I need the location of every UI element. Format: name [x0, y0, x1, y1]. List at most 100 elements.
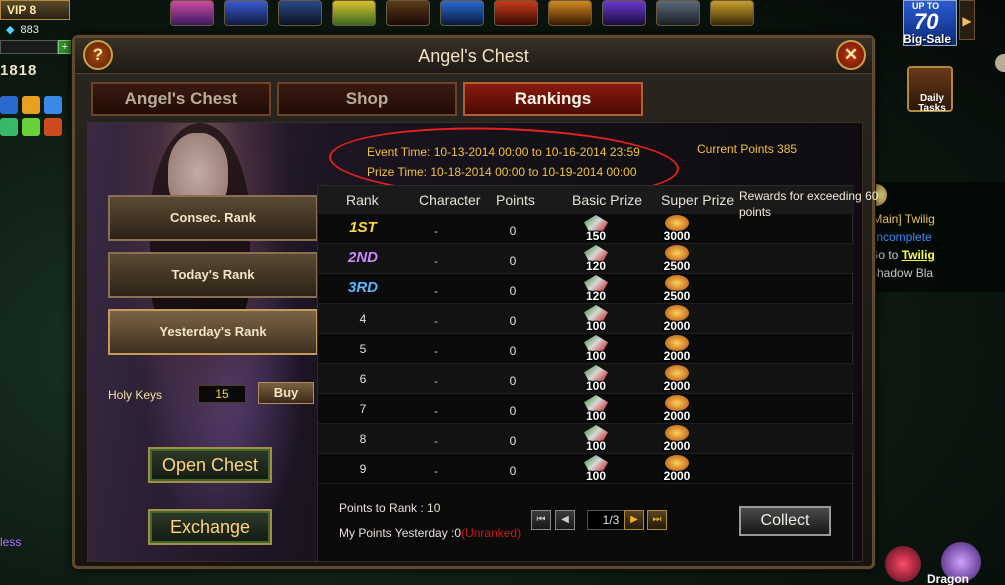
points-cell: 0: [509, 314, 517, 328]
gem-shop-icon[interactable]: [885, 546, 921, 582]
quest-tracker: [Main] Twilig (Incomplete Go to Twilig S…: [865, 182, 1005, 292]
quest-goto-link[interactable]: Twilig: [902, 248, 935, 262]
wing-icon[interactable]: [602, 0, 646, 26]
expand-arrow-icon[interactable]: ▶: [959, 0, 975, 40]
first-page-button[interactable]: ⏮: [531, 510, 551, 530]
fire-icon[interactable]: [494, 0, 538, 26]
super-prize-cell: 2500: [657, 245, 697, 273]
super-prize-cell: 2000: [657, 365, 697, 393]
basic-prize-amount: 100: [585, 379, 607, 393]
chest-icon[interactable]: [710, 0, 754, 26]
rank-cell: 3RD: [347, 279, 378, 296]
rank-cell: 8: [359, 432, 367, 446]
buff-icon[interactable]: [0, 118, 18, 136]
basic-prize-cell: 120: [576, 275, 616, 303]
basic-prize-amount: 100: [585, 319, 607, 333]
basic-prize-cell: 100: [576, 395, 616, 423]
basic-prize-amount: 120: [585, 259, 607, 273]
game-screen: VIP 8 ◆ 883 + 1818 less UP TO 70 Big-Sal…: [0, 0, 1005, 585]
buff-icon[interactable]: [44, 96, 62, 114]
basic-prize-amount: 100: [585, 349, 607, 363]
help-button[interactable]: ?: [83, 40, 113, 70]
daily-tasks-button[interactable]: Daily Tasks: [907, 66, 953, 114]
building-icon[interactable]: [656, 0, 700, 26]
castle-icon[interactable]: [224, 0, 268, 26]
character-cell: -: [434, 284, 438, 298]
yesterdays-rank-button[interactable]: Yesterday's Rank: [108, 309, 318, 355]
points-cell: 0: [509, 284, 517, 298]
header-super-prize: Super Prize: [661, 192, 735, 208]
knight-icon[interactable]: [440, 0, 484, 26]
buff-row: [0, 118, 62, 140]
exchange-button[interactable]: Exchange: [148, 509, 272, 545]
basic-prize-amount: 120: [585, 289, 607, 303]
header-basic-prize: Basic Prize: [572, 192, 643, 208]
tab-rankings[interactable]: Rankings: [463, 82, 643, 116]
battle-power: 1818: [0, 62, 38, 79]
top-icon-bar: [170, 0, 970, 26]
open-chest-button[interactable]: Open Chest: [148, 447, 272, 483]
dialog-title-bar: Angel's Chest ? ✕: [75, 38, 872, 74]
character-cell: -: [434, 314, 438, 328]
dragon-icon[interactable]: [548, 0, 592, 26]
points-cell: 0: [509, 344, 517, 358]
todays-rank-button[interactable]: Today's Rank: [108, 252, 318, 298]
super-prize-amount: 2500: [663, 259, 691, 273]
points-to-rank: Points to Rank : 10: [339, 501, 441, 515]
basic-prize-amount: 100: [585, 469, 607, 483]
tab-angels-chest[interactable]: Angel's Chest: [91, 82, 271, 116]
character-cell: -: [434, 374, 438, 388]
crest-icon[interactable]: [386, 0, 430, 26]
sale-label: Big-Sale: [903, 32, 952, 46]
orb-icon[interactable]: [332, 0, 376, 26]
collect-button[interactable]: Collect: [739, 506, 831, 536]
my-points-yesterday: My Points Yesterday :0(Unranked): [339, 526, 521, 540]
side-link[interactable]: less: [0, 535, 21, 549]
points-cell: 0: [509, 464, 517, 478]
close-button[interactable]: ✕: [836, 40, 866, 70]
super-prize-amount: 2000: [663, 439, 691, 453]
super-prize-cell: 2000: [657, 335, 697, 363]
vip-badge[interactable]: VIP 8: [0, 0, 70, 20]
settings-icon[interactable]: [995, 54, 1005, 72]
event-icon[interactable]: [170, 0, 214, 26]
rank-cell: 1ST: [349, 219, 377, 236]
buy-button[interactable]: Buy: [258, 382, 314, 404]
super-prize-amount: 2000: [663, 319, 691, 333]
buff-icon[interactable]: [44, 118, 62, 136]
table-row: 9 - 0 100 2000: [318, 454, 854, 484]
basic-prize-cell: 100: [576, 455, 616, 483]
table-row: 4 - 0 100 2000: [318, 304, 854, 334]
super-prize-amount: 2000: [663, 469, 691, 483]
super-prize-amount: 2000: [663, 409, 691, 423]
next-page-button[interactable]: ▶: [624, 510, 644, 530]
table-row: 5 - 0 100 2000: [318, 334, 854, 364]
rank-cell: 4: [359, 312, 367, 326]
points-cell: 0: [509, 254, 517, 268]
super-prize-cell: 2000: [657, 425, 697, 453]
consec-rank-button[interactable]: Consec. Rank: [108, 195, 318, 241]
rank-cell: 2ND: [347, 249, 378, 266]
basic-prize-amount: 100: [585, 439, 607, 453]
gold-field: [0, 40, 58, 54]
dragon-label: Dragon: [927, 572, 969, 585]
table-row: 3RD - 0 120 2500: [318, 274, 854, 304]
super-prize-amount: 3000: [663, 229, 691, 243]
add-currency-button[interactable]: +: [58, 40, 72, 54]
rewards-note: Rewards for exceeding 60 points: [739, 189, 879, 219]
buff-icon[interactable]: [22, 118, 40, 136]
super-prize-amount: 2000: [663, 349, 691, 363]
last-page-button[interactable]: ⏭: [647, 510, 667, 530]
prev-page-button[interactable]: ◀: [555, 510, 575, 530]
table-row: 6 - 0 100 2000: [318, 364, 854, 394]
buff-icon[interactable]: [0, 96, 18, 114]
quest-status: (Incomplete: [869, 230, 932, 244]
tab-shop[interactable]: Shop: [277, 82, 457, 116]
buff-icon[interactable]: [22, 96, 40, 114]
sword-icon[interactable]: [278, 0, 322, 26]
character-cell: -: [434, 434, 438, 448]
basic-prize-cell: 100: [576, 365, 616, 393]
super-prize-cell: 2000: [657, 305, 697, 333]
basic-prize-amount: 150: [585, 229, 607, 243]
basic-prize-cell: 120: [576, 245, 616, 273]
